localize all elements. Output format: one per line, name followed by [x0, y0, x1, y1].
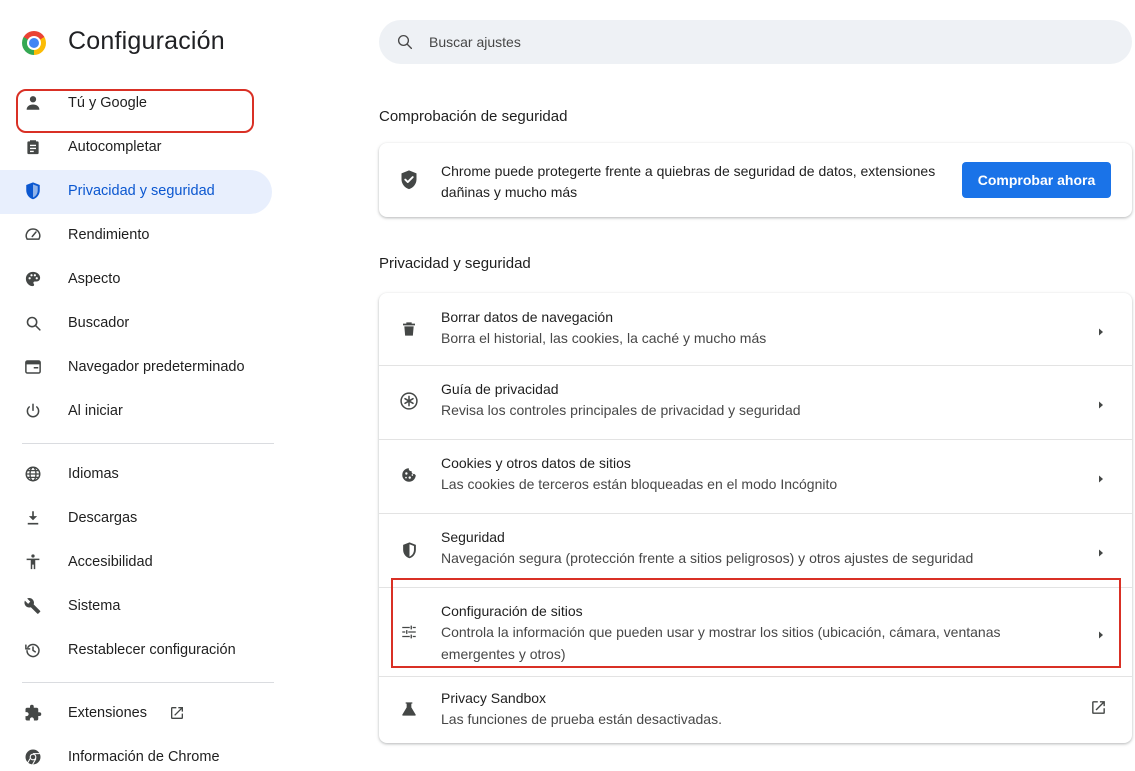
row-title: Seguridad [441, 529, 505, 545]
sidebar: Configuración Tú y Google Autocompletar [0, 0, 275, 771]
trash-icon [399, 319, 419, 339]
sidebar-item-label: Información de Chrome [68, 749, 220, 765]
puzzle-icon [23, 703, 43, 723]
sidebar-item-reset-settings[interactable]: Restablecer configuración [0, 629, 272, 673]
sidebar-item-label: Sistema [68, 598, 121, 614]
sidebar-item-extensions[interactable]: Extensiones [0, 692, 272, 736]
row-title: Configuración de sitios [441, 603, 583, 619]
sidebar-item-about-chrome[interactable]: Información de Chrome [0, 736, 272, 771]
search-bar[interactable] [379, 20, 1132, 64]
row-subtitle: Revisa los controles principales de priv… [441, 402, 801, 418]
row-title: Cookies y otros datos de sitios [441, 455, 631, 471]
row-subtitle: Las funciones de prueba están desactivad… [441, 711, 722, 727]
sidebar-nav: Tú y Google Autocompletar Privacidad y s… [0, 82, 275, 771]
sidebar-item-label: Tú y Google [68, 95, 147, 111]
sidebar-item-languages[interactable]: Idiomas [0, 453, 272, 497]
chrome-logo-icon [22, 31, 46, 55]
open-external-icon [1090, 699, 1108, 717]
row-privacy-sandbox[interactable]: Privacy Sandbox Las funciones de prueba … [379, 677, 1132, 743]
privacy-section-title: Privacidad y seguridad [379, 255, 531, 272]
row-subtitle: Navegación segura (protección frente a s… [441, 550, 974, 566]
shield-icon [23, 181, 43, 201]
brand-header: Configuración [0, 0, 275, 86]
accessibility-icon [23, 552, 43, 572]
arrow-right-icon [1096, 397, 1106, 409]
sidebar-item-autofill[interactable]: Autocompletar [0, 126, 272, 170]
safety-check-card: Chrome puede protegerte frente a quiebra… [379, 143, 1132, 217]
row-cookies[interactable]: Cookies y otros datos de sitios Las cook… [379, 440, 1132, 513]
privacy-settings-card: Borrar datos de navegación Borra el hist… [379, 293, 1132, 743]
sidebar-item-downloads[interactable]: Descargas [0, 497, 272, 541]
sidebar-item-accessibility[interactable]: Accesibilidad [0, 541, 272, 585]
security-shield-icon [399, 540, 419, 560]
row-title: Privacy Sandbox [441, 690, 547, 706]
chrome-icon [23, 747, 43, 767]
open-external-icon [169, 705, 185, 721]
extensions-label: Extensiones [68, 705, 147, 721]
row-clear-browsing-data[interactable]: Borrar datos de navegación Borra el hist… [379, 293, 1132, 365]
shield-check-icon [399, 169, 419, 191]
clipboard-icon [23, 137, 43, 157]
download-icon [23, 508, 43, 528]
sidebar-item-privacy-security[interactable]: Privacidad y seguridad [0, 170, 272, 214]
search-icon [396, 33, 414, 51]
search-input[interactable] [427, 20, 1107, 64]
sidebar-divider [22, 443, 274, 444]
restore-icon [23, 640, 43, 660]
check-now-button[interactable]: Comprobar ahora [962, 162, 1111, 198]
safety-check-description: Chrome puede protegerte frente a quiebra… [441, 163, 936, 200]
globe-icon [23, 464, 43, 484]
sidebar-item-label: Idiomas [68, 466, 119, 482]
row-title: Borrar datos de navegación [441, 309, 613, 325]
sidebar-item-label: Navegador predeterminado [68, 359, 245, 375]
tune-icon [399, 622, 419, 642]
sidebar-item-default-browser[interactable]: Navegador predeterminado [0, 346, 272, 390]
arrow-right-icon [1096, 324, 1106, 336]
safety-check-section-title: Comprobación de seguridad [379, 108, 568, 125]
sidebar-item-performance[interactable]: Rendimiento [0, 214, 272, 258]
sidebar-item-you-and-google[interactable]: Tú y Google [0, 82, 272, 126]
row-subtitle: Borra el historial, las cookies, la cach… [441, 330, 767, 346]
row-security[interactable]: Seguridad Navegación segura (protección … [379, 514, 1132, 587]
sidebar-item-label: Extensiones [68, 705, 185, 721]
sidebar-item-label: Aspecto [68, 271, 121, 287]
browser-window-icon [23, 357, 43, 377]
sidebar-item-label: Descargas [68, 510, 138, 526]
sidebar-item-label: Privacidad y seguridad [68, 183, 215, 199]
settings-app: Configuración Tú y Google Autocompletar [0, 0, 1135, 771]
sidebar-item-appearance[interactable]: Aspecto [0, 258, 272, 302]
row-site-settings[interactable]: Configuración de sitios Controla la info… [379, 588, 1132, 676]
sidebar-item-label: Rendimiento [68, 227, 150, 243]
sidebar-item-label: Buscador [68, 315, 130, 331]
cookie-icon [399, 465, 419, 485]
sidebar-item-on-startup[interactable]: Al iniciar [0, 390, 272, 434]
power-icon [23, 401, 43, 421]
page-title: Configuración [68, 27, 225, 55]
arrow-right-icon [1096, 627, 1106, 639]
row-subtitle: Las cookies de terceros están bloqueadas… [441, 476, 838, 492]
sidebar-item-label: Autocompletar [68, 139, 162, 155]
speedometer-icon [23, 225, 43, 245]
sidebar-item-search-engine[interactable]: Buscador [0, 302, 272, 346]
sidebar-item-system[interactable]: Sistema [0, 585, 272, 629]
sidebar-item-label: Restablecer configuración [68, 642, 236, 658]
row-subtitle: Controla la información que pueden usar … [441, 624, 1001, 662]
person-icon [23, 93, 43, 113]
sidebar-item-label: Accesibilidad [68, 554, 153, 570]
arrow-right-icon [1096, 471, 1106, 483]
palette-icon [23, 269, 43, 289]
sidebar-item-label: Al iniciar [68, 403, 123, 419]
row-title: Guía de privacidad [441, 381, 559, 397]
arrow-right-icon [1096, 545, 1106, 557]
privacy-guide-icon [399, 391, 419, 411]
sidebar-divider [22, 682, 274, 683]
row-privacy-guide[interactable]: Guía de privacidad Revisa los controles … [379, 366, 1132, 439]
flask-icon [399, 699, 419, 719]
wrench-icon [23, 596, 43, 616]
search-icon [23, 313, 43, 333]
